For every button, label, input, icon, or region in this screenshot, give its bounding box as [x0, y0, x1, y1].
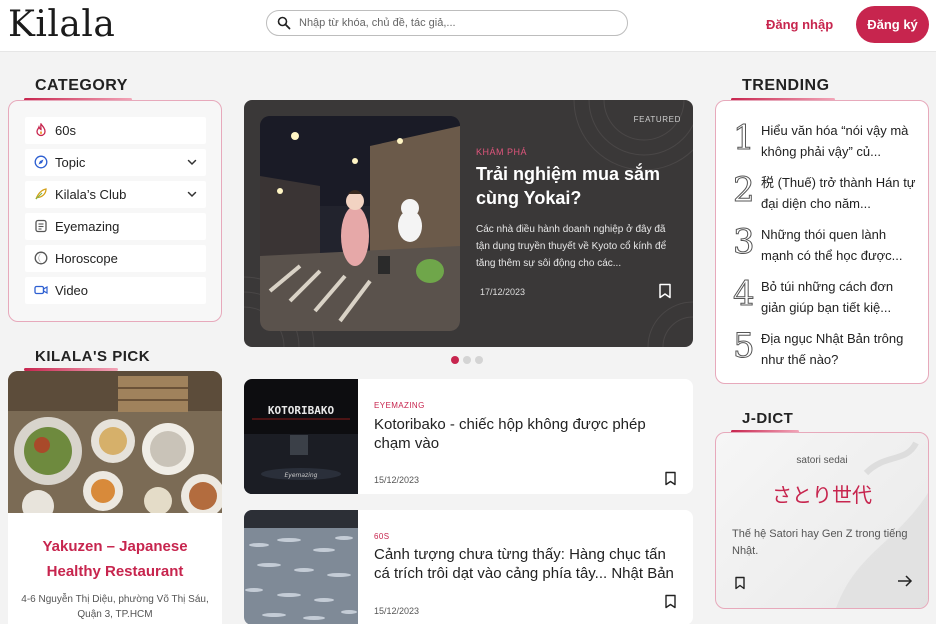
carousel-dot[interactable] — [451, 356, 459, 364]
article-card[interactable]: 60S Cảnh tượng chưa từng thấy: Hàng chục… — [244, 510, 693, 624]
category-label: Horoscope — [55, 251, 118, 266]
category-item-60s[interactable]: 60s — [25, 117, 206, 144]
article-card[interactable]: Eyemazing KOTORIBAKO EYEMAZING Kotoribak… — [244, 379, 693, 494]
featured-category[interactable]: KHÁM PHÁ — [476, 147, 527, 157]
trending-title[interactable]: Hiểu văn hóa “nói vậy mà không phải vậy”… — [761, 120, 921, 162]
trending-title[interactable]: 税 (Thuế) trở thành Hán tự đại diện cho n… — [761, 172, 921, 214]
carousel-dots — [451, 351, 487, 369]
search-input[interactable] — [299, 14, 619, 32]
chevron-down-icon[interactable] — [186, 156, 198, 168]
article-date: 15/12/2023 — [374, 475, 420, 485]
category-label: Video — [55, 283, 89, 298]
chevron-down-icon[interactable] — [186, 188, 198, 200]
featured-tag: FEATURED — [633, 115, 681, 124]
jdict-description: Thế hệ Satori hay Gen Z trong tiếng Nhật… — [732, 528, 908, 557]
moon-icon — [34, 251, 48, 265]
article-title[interactable]: Cảnh tượng chưa từng thấy: Hàng chục tấn… — [374, 545, 684, 583]
trending-heading: TRENDING — [742, 77, 830, 94]
signup-button[interactable]: Đăng ký — [856, 6, 929, 43]
trending-rank: 1 — [733, 118, 756, 159]
category-label: Eyemazing — [55, 219, 120, 234]
article-thumbnail — [244, 510, 358, 624]
category-item-video[interactable]: Video — [25, 277, 206, 304]
article-category[interactable]: EYEMAZING — [374, 401, 425, 410]
bookmark-icon[interactable] — [664, 594, 677, 609]
pick-card[interactable]: Yakuzen – Japanese Healthy Restaurant 4-… — [8, 371, 222, 624]
trending-title[interactable]: Những thói quen lành mạnh có thể học đượ… — [761, 224, 921, 266]
bookmark-icon[interactable] — [664, 471, 677, 486]
search-icon — [277, 16, 291, 30]
featured-card[interactable]: FEATURED KHÁM PHÁ Trải nghiệm mua sắm cù… — [244, 100, 693, 347]
login-link[interactable]: Đăng nhập — [766, 17, 833, 32]
svg-text:Eyemazing: Eyemazing — [285, 472, 318, 479]
video-icon — [34, 285, 48, 295]
restaurant-photo — [8, 371, 222, 513]
featured-date: 17/12/2023 — [480, 287, 526, 297]
article-title[interactable]: Kotoribako - chiếc hộp không được phép c… — [374, 415, 684, 453]
jdict-heading: J-DICT — [742, 410, 794, 427]
carousel-dot[interactable] — [475, 356, 483, 364]
category-item-horoscope[interactable]: Horoscope — [25, 245, 206, 272]
trending-item[interactable]: 3 Những thói quen lành mạnh có thể học đ… — [733, 222, 923, 268]
pick-heading: KILALA'S PICK — [35, 348, 151, 365]
article-date: 15/12/2023 — [374, 606, 420, 616]
site-header: Kilala Đăng nhập Đăng ký — [0, 0, 936, 52]
jdict-card[interactable]: satori sedai さとり世代 Thế hệ Satori hay Gen… — [715, 432, 929, 609]
carousel-dot[interactable] — [463, 356, 471, 364]
trending-item[interactable]: 1 Hiểu văn hóa “nói vậy mà không phải vậ… — [733, 118, 923, 164]
featured-image — [260, 116, 460, 331]
pick-address: 4-6 Nguyễn Thị Diệu, phường Võ Thị Sáu, … — [21, 594, 209, 620]
bookmark-icon[interactable] — [734, 576, 746, 590]
trending-rank: 5 — [733, 326, 756, 367]
trending-rank: 4 — [733, 274, 756, 315]
trending-item[interactable]: 2 税 (Thuế) trở thành Hán tự đại diện cho… — [733, 170, 923, 216]
feather-icon — [35, 188, 47, 200]
featured-description: Các nhà điều hành doanh nghiệp ở đây đã … — [476, 224, 667, 269]
category-panel: 60s Topic Kilala’s Club Eyemazing Horosc… — [8, 100, 222, 322]
trending-panel: 1 Hiểu văn hóa “nói vậy mà không phải vậ… — [715, 100, 929, 384]
jdict-word: さとり世代 — [772, 485, 872, 507]
category-item-kilalas-club[interactable]: Kilala’s Club — [25, 181, 206, 208]
category-item-eyemazing[interactable]: Eyemazing — [25, 213, 206, 240]
compass-icon — [34, 155, 48, 169]
site-logo[interactable]: Kilala — [8, 4, 115, 45]
article-category[interactable]: 60S — [374, 532, 389, 541]
category-label: 60s — [55, 123, 76, 138]
trending-rank: 3 — [733, 222, 756, 263]
search-bar[interactable] — [266, 10, 628, 36]
category-label: Topic — [55, 155, 86, 170]
trending-title[interactable]: Địa ngục Nhật Bản trông như thế nào? — [761, 328, 921, 370]
pick-restaurant-name[interactable]: Yakuzen – Japanese Healthy Restaurant — [16, 534, 214, 584]
trending-item[interactable]: 5 Địa ngục Nhật Bản trông như thế nào? — [733, 326, 923, 372]
category-label: Kilala’s Club — [55, 187, 127, 202]
trending-item[interactable]: 4 Bỏ túi những cách đơn giản giúp bạn ti… — [733, 274, 923, 320]
featured-title[interactable]: Trải nghiệm mua sắm cùng Yokai? — [476, 162, 676, 210]
category-heading: CATEGORY — [35, 77, 128, 94]
trending-title[interactable]: Bỏ túi những cách đơn giản giúp bạn tiết… — [761, 276, 921, 318]
bookmark-icon[interactable] — [658, 283, 672, 299]
arrow-right-icon[interactable] — [897, 574, 913, 588]
flame-icon — [36, 123, 46, 137]
article-thumbnail: Eyemazing KOTORIBAKO — [244, 379, 358, 494]
thumbnail-title: KOTORIBAKO — [268, 404, 335, 417]
category-item-topic[interactable]: Topic — [25, 149, 206, 176]
jdict-romaji: satori sedai — [796, 455, 848, 466]
trending-rank: 2 — [733, 170, 756, 211]
note-icon — [35, 219, 47, 233]
